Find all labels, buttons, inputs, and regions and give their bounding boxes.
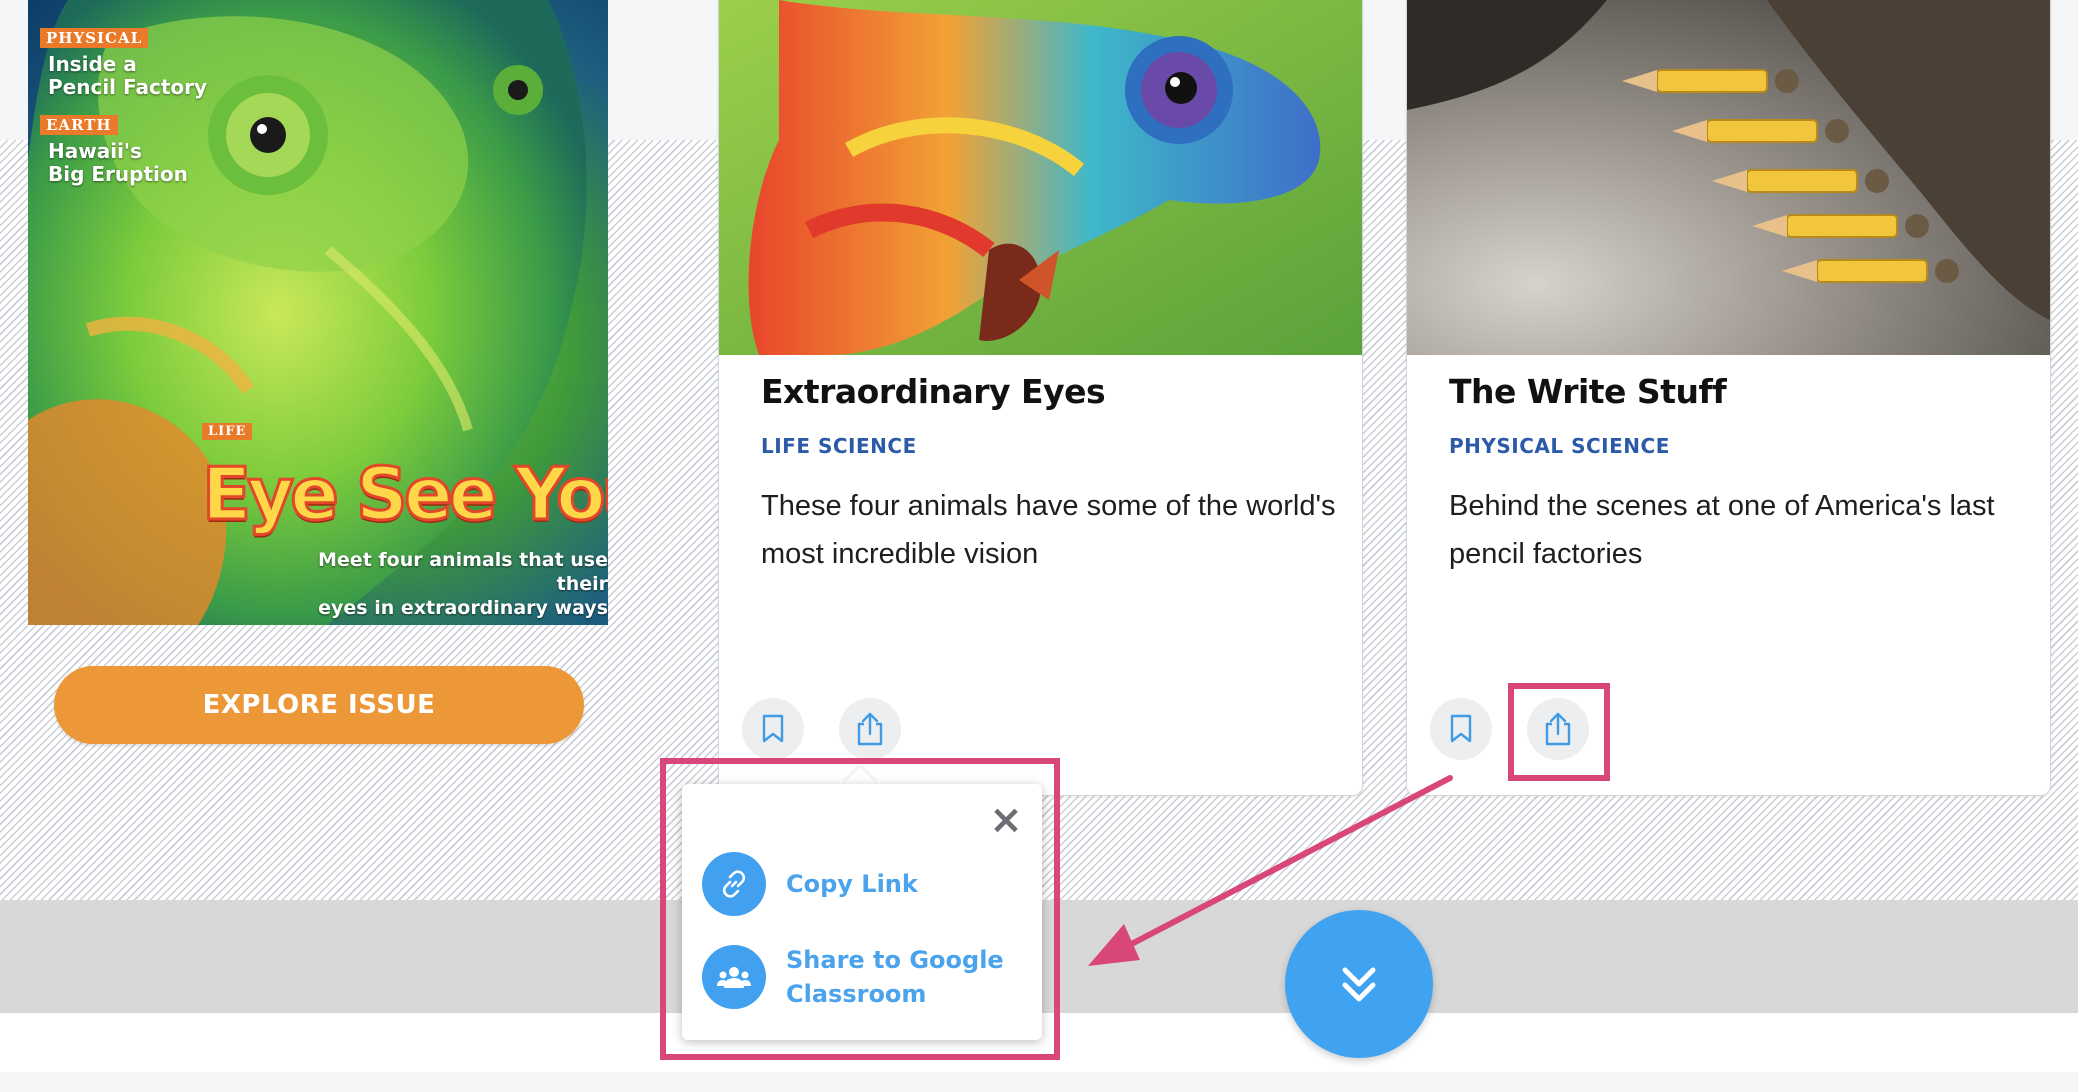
cover-tag-life: LIFE [202,423,253,440]
cover-teaser-line: Hawaii's [48,139,142,163]
cover-tag-earth: EARTH [40,115,118,135]
highlight-box-share-menu [660,758,1060,1060]
double-chevron-down-icon [1342,967,1376,1002]
scroll-down-button[interactable] [1285,910,1433,1058]
highlight-box-share-button [1508,683,1610,781]
article-card[interactable]: The Write Stuff PHYSICAL SCIENCE Behind … [1406,0,2051,796]
article-image [1407,0,2050,355]
cover-subtitle-line: eyes in extraordinary ways [318,597,608,619]
magazine-cover[interactable]: PHYSICAL Inside a Pencil Factory EARTH H… [28,0,608,625]
article-category[interactable]: PHYSICAL SCIENCE [1449,434,1670,458]
cover-subtitle: Meet four animals that use their eyes in… [280,548,608,620]
cover-subtitle-line: Meet four animals that use their [318,549,608,595]
cover-teaser-line: Big Eruption [48,162,188,186]
article-title[interactable]: The Write Stuff [1449,372,1727,411]
cover-tag-physical: PHYSICAL [40,28,149,48]
bottom-strip [0,1072,2078,1092]
cover-teaser-line: Inside a [48,52,137,76]
bookmark-icon [762,714,784,743]
share-button[interactable] [839,698,901,760]
article-image [719,0,1362,355]
bookmark-icon [1450,714,1472,743]
share-icon [857,712,883,746]
bookmark-button[interactable] [742,698,804,760]
bookmark-button[interactable] [1430,698,1492,760]
cover-teaser-line: Pencil Factory [48,75,208,99]
explore-issue-button[interactable]: EXPLORE ISSUE [54,666,584,744]
article-title[interactable]: Extraordinary Eyes [761,372,1106,411]
article-description: Behind the scenes at one of America's la… [1449,490,1995,570]
cover-title: Eye See You [201,451,608,538]
article-card[interactable]: Extraordinary Eyes LIFE SCIENCE These fo… [718,0,1363,796]
article-category[interactable]: LIFE SCIENCE [761,434,917,458]
article-description: These four animals have some of the worl… [761,490,1336,570]
